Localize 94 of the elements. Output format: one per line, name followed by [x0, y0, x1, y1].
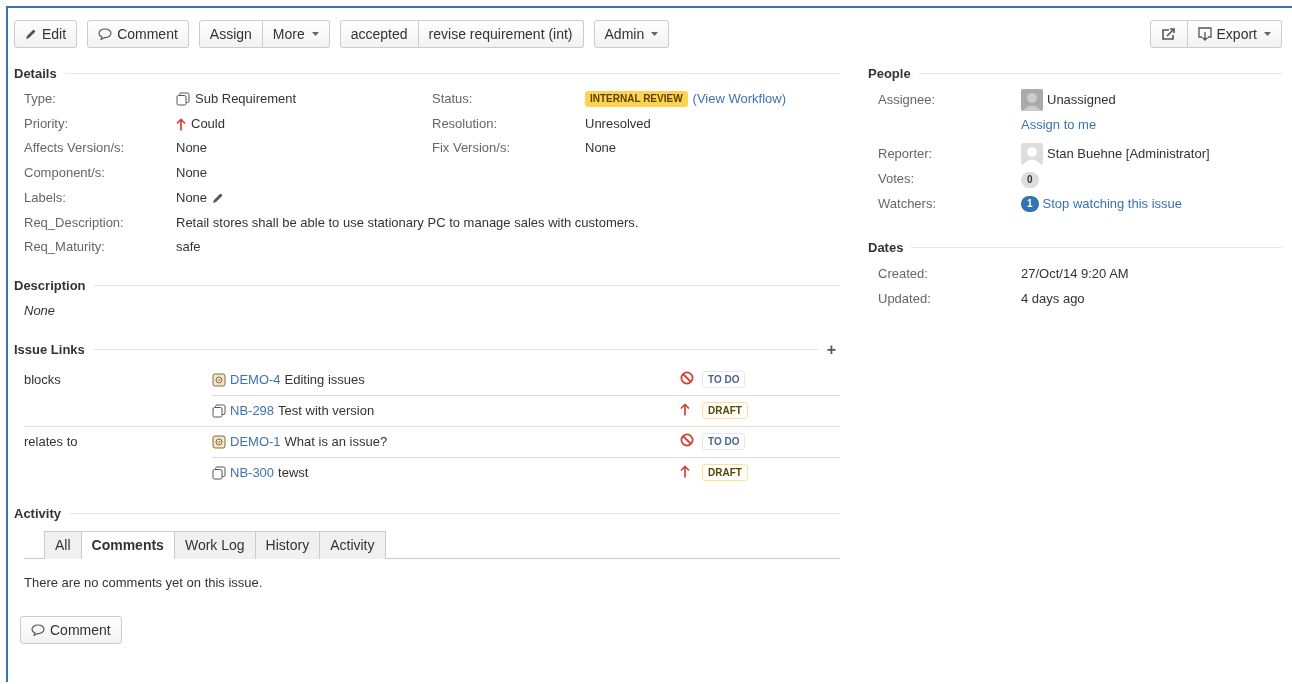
field-label: Votes: [878, 170, 916, 188]
field-label: Component/s: [24, 164, 106, 183]
issue-link[interactable]: DEMO-1 [230, 434, 281, 450]
field-label: Watchers: [878, 195, 938, 213]
field-label: Resolution: [432, 114, 499, 133]
status-lozenge: DRAFT [702, 464, 748, 482]
activity-tab[interactable]: Activity [320, 530, 386, 559]
field-value: safe [176, 238, 201, 257]
empty-message: There are no comments yet on this issue. [23, 573, 264, 590]
comment-button[interactable]: Comment [87, 20, 189, 48]
view-workflow-link[interactable]: (View Workflow) [692, 87, 787, 112]
field-label: Status: [432, 90, 474, 108]
caret-icon [651, 32, 659, 36]
blocked-icon [680, 371, 694, 386]
field-value: Could [191, 114, 225, 133]
share-icon [1160, 27, 1177, 41]
comment-button[interactable]: Comment [20, 615, 122, 644]
toolbar-button[interactable]: revise requirement (int) [418, 20, 584, 48]
reporter-name: Stan Buehne [Administrator] [1047, 145, 1210, 163]
field-label: Req_Maturity: [24, 238, 106, 257]
issue-link[interactable]: DEMO-4 [230, 372, 281, 388]
share-button[interactable] [1149, 20, 1188, 48]
section-heading: Description [14, 277, 86, 293]
status-lozenge: DRAFT [702, 402, 748, 420]
watcher-count: 1 [1021, 195, 1039, 212]
arrow-up-icon [680, 464, 690, 478]
description-text: None [23, 301, 57, 320]
task-icon [212, 372, 226, 387]
activity-tab[interactable]: Work Log [174, 530, 256, 559]
speech-bubble-icon [31, 623, 45, 636]
download-icon [1197, 27, 1212, 41]
field-label: Reporter: [878, 145, 934, 163]
toolbar-button[interactable]: accepted [339, 20, 419, 48]
field-value: Sub Requirement [195, 90, 297, 108]
dropdown-button[interactable]: More [262, 20, 330, 48]
pencil-icon [212, 192, 225, 205]
toolbar-button[interactable]: Assign [198, 20, 263, 48]
issue-summary: Editing issues [284, 372, 365, 388]
caret-icon [311, 32, 319, 36]
speech-bubble-icon [98, 28, 113, 40]
date-value: 4 days ago [1021, 290, 1086, 308]
activity-tab[interactable]: History [255, 530, 321, 559]
activity-tab[interactable]: Comments [81, 530, 175, 559]
field-label: Labels: [24, 188, 67, 207]
field-label: Priority: [24, 114, 70, 133]
field-value: None [176, 188, 208, 207]
status-badge: INTERNAL REVIEW [585, 91, 688, 108]
status-lozenge: TO DO [702, 433, 746, 451]
field-label: Created: [878, 265, 929, 283]
vote-count: 0 [1021, 172, 1039, 188]
document-icon [176, 92, 190, 107]
field-label: Req_Description: [24, 213, 125, 232]
field-value: None [176, 139, 208, 158]
section-heading: Issue Links [14, 342, 85, 358]
field-value: None [585, 139, 617, 158]
link-type: blocks [24, 371, 61, 387]
section-heading: Dates [868, 240, 904, 255]
field-label: Updated: [878, 290, 932, 308]
avatar-icon [1021, 142, 1043, 165]
avatar-icon [1021, 88, 1043, 111]
arrow-up-icon [680, 402, 690, 416]
date-value: 27/Oct/14 9:20 AM [1021, 265, 1130, 283]
link-type: relates to [24, 433, 78, 449]
issue-summary: What is an issue? [284, 434, 388, 450]
issue-link[interactable]: NB-298 [230, 403, 275, 419]
assign-to-me-link[interactable]: Assign to me [1021, 117, 1097, 132]
section-heading: People [868, 66, 911, 81]
edit-button[interactable]: Edit [14, 20, 78, 48]
arrow-up-icon [176, 117, 186, 131]
caret-icon [1264, 32, 1271, 36]
dropdown-button[interactable]: Admin [593, 20, 670, 48]
export-button[interactable]: Export [1187, 20, 1282, 48]
add-link-button[interactable]: + [826, 340, 836, 359]
assignee-name: Unassigned [1047, 91, 1116, 109]
pencil-icon [25, 28, 37, 40]
task-icon [212, 434, 226, 449]
field-value: Unresolved [585, 114, 651, 133]
field-value: None [176, 164, 208, 183]
stop-watching-link[interactable]: Stop watching this issue [1042, 191, 1183, 216]
field-label: Affects Version/s: [24, 139, 126, 158]
field-label: Type: [24, 90, 57, 108]
blocked-icon [680, 433, 694, 448]
activity-tab[interactable]: All [44, 530, 82, 559]
document-icon [212, 465, 226, 480]
field-label: Fix Version/s: [432, 139, 512, 158]
field-label: Assignee: [878, 91, 937, 109]
section-heading: Activity [14, 505, 61, 521]
field-value: Retail stores shall be able to use stationary PC to manage sales with customers. [176, 213, 639, 232]
issue-summary: Test with version [278, 403, 375, 419]
status-lozenge: TO DO [702, 371, 746, 389]
section-heading: Details [14, 66, 57, 81]
issue-link[interactable]: NB-300 [230, 465, 275, 481]
document-icon [212, 403, 226, 418]
issue-summary: tewst [278, 465, 309, 481]
